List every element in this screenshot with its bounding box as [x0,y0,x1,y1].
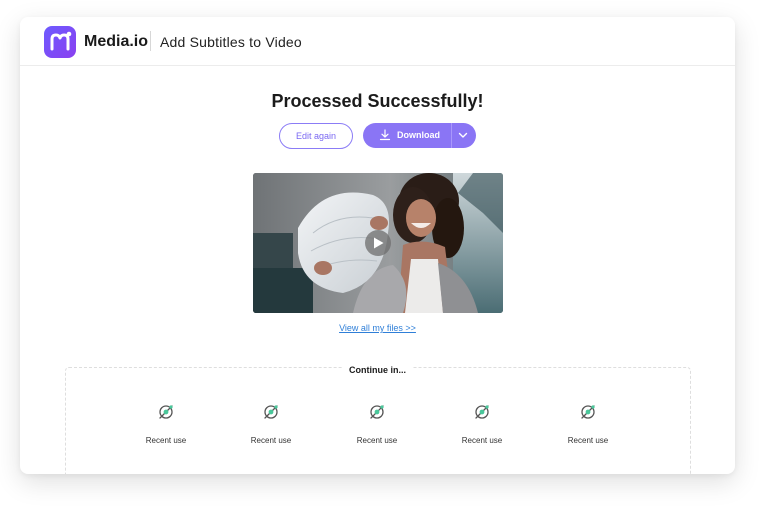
recent-tool-label: Recent use [356,436,398,445]
recent-tool-label: Recent use [461,436,503,445]
continue-in-label: Continue in... [343,365,412,375]
download-icon [379,129,391,141]
success-heading: Processed Successfully! [271,91,484,111]
recent-tool-item[interactable]: Recent use [452,402,512,446]
edit-again-button[interactable]: Edit again [279,123,353,149]
download-button[interactable]: Download [363,123,476,148]
play-button[interactable] [365,230,391,256]
recent-tool-item[interactable]: Recent use [558,402,618,446]
download-main-action[interactable]: Download [363,123,451,148]
page-title: Add Subtitles to Video [160,34,302,50]
chevron-down-icon[interactable] [458,131,468,140]
app-window: Media.io Add Subtitles to Video Processe… [20,17,735,474]
view-all-files-link[interactable]: View all my files >> [20,323,735,333]
recent-tool-label: Recent use [145,436,187,445]
recent-tool-icon [159,405,173,419]
recent-tool-icon [264,405,278,419]
recent-tool-icon [475,405,489,419]
recent-tool-icon [581,405,595,419]
download-divider [451,123,452,148]
header-divider [150,31,151,51]
media-io-logo-icon[interactable] [44,26,76,58]
recent-tool-item[interactable]: Recent use [136,402,196,446]
download-label: Download [397,130,440,140]
recent-tool-label: Recent use [250,436,292,445]
recent-tool-label: Recent use [567,436,609,445]
play-icon [374,237,384,249]
recent-tool-item[interactable]: Recent use [241,402,301,446]
recent-tool-icon [370,405,384,419]
top-bar: Media.io Add Subtitles to Video [20,17,735,66]
video-preview[interactable] [253,173,503,313]
continue-in-title: Continue in... [20,360,735,378]
brand-name[interactable]: Media.io [84,33,148,51]
recent-tool-item[interactable]: Recent use [347,402,407,446]
